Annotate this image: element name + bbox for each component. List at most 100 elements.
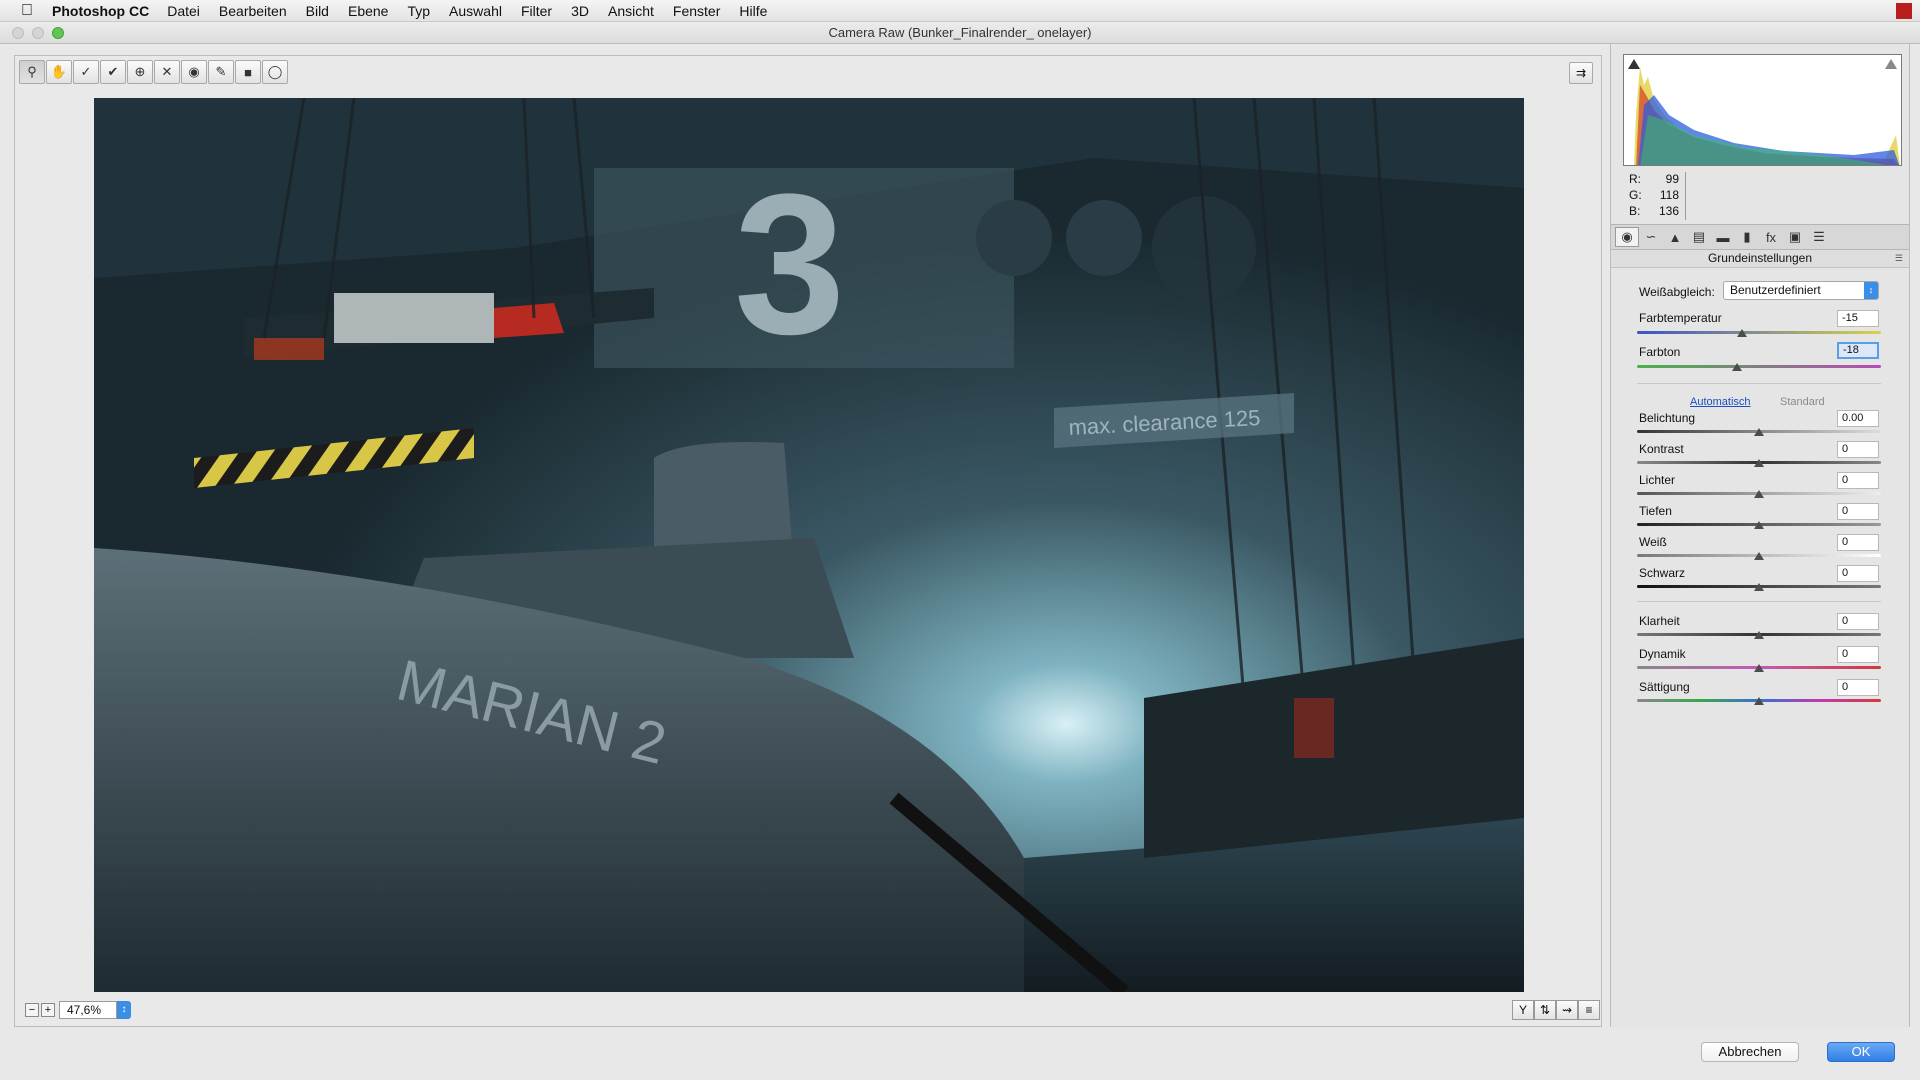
white-balance-label: Weißabgleich: [1639, 285, 1715, 299]
app-name-menu[interactable]: Photoshop CC [52, 3, 149, 19]
menu-bild[interactable]: Bild [306, 3, 329, 19]
saturation-label: Sättigung [1639, 680, 1690, 694]
b-value: 136 [1658, 204, 1679, 218]
before-after-toggle-icon[interactable]: Y [1512, 1000, 1534, 1020]
saturation-value[interactable]: 0 [1837, 679, 1879, 696]
swap-settings-icon[interactable]: ⇅ [1534, 1000, 1556, 1020]
adjustment-brush-tool-icon[interactable]: ✎ [208, 60, 234, 84]
menu-filter[interactable]: Filter [521, 3, 552, 19]
tab-tone-curve-icon[interactable]: ∽ [1639, 227, 1663, 247]
graduated-filter-tool-icon[interactable]: ■ [235, 60, 261, 84]
menu-bar:  Photoshop CC Datei Bearbeiten Bild Ebe… [0, 0, 1920, 22]
status-menu-icon[interactable] [1896, 3, 1912, 19]
white-balance-dropdown-icon[interactable]: ↕ [1864, 282, 1878, 299]
menu-datei[interactable]: Datei [167, 3, 200, 19]
menu-fenster[interactable]: Fenster [673, 3, 720, 19]
open-preferences-icon[interactable]: ⇉ [1569, 62, 1593, 84]
tab-lens-corrections-icon[interactable]: ▮ [1735, 227, 1759, 247]
blacks-slider-thumb[interactable] [1754, 583, 1764, 591]
white-balance-select[interactable]: Benutzerdefiniert ↕ [1723, 281, 1879, 300]
white-balance-value: Benutzerdefiniert [1730, 283, 1821, 297]
tab-camera-calibration-icon[interactable]: ▣ [1783, 227, 1807, 247]
exposure-slider-thumb[interactable] [1754, 428, 1764, 436]
maximize-window-button[interactable] [52, 27, 64, 39]
close-window-button[interactable] [12, 27, 24, 39]
zoom-tool-icon[interactable]: ⚲ [19, 60, 45, 84]
temperature-slider-track[interactable] [1637, 331, 1881, 334]
tint-value[interactable]: -18 [1837, 342, 1879, 359]
default-link[interactable]: Standard [1780, 396, 1825, 408]
window-title-bar: Camera Raw (Bunker_Finalrender_ onelayer… [0, 22, 1920, 44]
auto-link[interactable]: Automatisch [1690, 396, 1751, 408]
hand-tool-icon[interactable]: ✋ [46, 60, 72, 84]
vibrance-slider-thumb[interactable] [1754, 664, 1764, 672]
menu-bearbeiten[interactable]: Bearbeiten [219, 3, 287, 19]
contrast-value[interactable]: 0 [1837, 441, 1879, 458]
divider [1637, 383, 1881, 384]
tab-presets-icon[interactable]: ☰ [1807, 227, 1831, 247]
minimize-window-button[interactable] [32, 27, 44, 39]
image-preview[interactable]: 3 max. clearance 125 MARIAN 2 [94, 98, 1524, 992]
panel-title: Grundeinstellungen [1611, 250, 1909, 268]
spot-removal-tool-icon[interactable]: ✕ [154, 60, 180, 84]
b-label: B: [1629, 204, 1641, 218]
menu-ebene[interactable]: Ebene [348, 3, 388, 19]
highlights-slider-thumb[interactable] [1754, 490, 1764, 498]
tab-basic-icon[interactable]: ◉ [1615, 227, 1639, 247]
menu-3d[interactable]: 3D [571, 3, 589, 19]
clarity-value[interactable]: 0 [1837, 613, 1879, 630]
tab-split-toning-icon[interactable]: ▬ [1711, 227, 1735, 247]
zoom-out-icon[interactable]: − [25, 1003, 39, 1017]
ok-button[interactable]: OK [1827, 1042, 1895, 1062]
apple-icon[interactable]:  [16, 0, 38, 22]
cancel-button[interactable]: Abbrechen [1701, 1042, 1799, 1062]
blacks-value[interactable]: 0 [1837, 565, 1879, 582]
highlight-clipping-warning-icon[interactable] [1884, 57, 1898, 69]
zoom-level-field[interactable]: 47,6% [59, 1001, 117, 1019]
red-eye-tool-icon[interactable]: ◉ [181, 60, 207, 84]
highlights-value[interactable]: 0 [1837, 472, 1879, 489]
temperature-value[interactable]: -15 [1837, 310, 1879, 327]
color-sampler-tool-icon[interactable]: ✔ [100, 60, 126, 84]
shadow-clipping-warning-icon[interactable] [1627, 57, 1641, 69]
vibrance-value[interactable]: 0 [1837, 646, 1879, 663]
blacks-label: Schwarz [1639, 566, 1686, 580]
shadows-value[interactable]: 0 [1837, 503, 1879, 520]
clarity-slider-thumb[interactable] [1754, 631, 1764, 639]
preview-preferences-icon[interactable]: ≡ [1578, 1000, 1600, 1020]
shadows-label: Tiefen [1639, 504, 1672, 518]
zoom-dropdown-icon[interactable]: ↕ [117, 1001, 131, 1019]
copy-settings-icon[interactable]: ⇝ [1556, 1000, 1578, 1020]
contrast-slider-thumb[interactable] [1754, 459, 1764, 467]
temperature-label: Farbtemperatur [1639, 311, 1722, 325]
divider [1637, 601, 1881, 602]
tab-hsl-icon[interactable]: ▤ [1687, 227, 1711, 247]
tint-slider-track[interactable] [1637, 365, 1881, 368]
shadows-slider-thumb[interactable] [1754, 521, 1764, 529]
whites-slider-thumb[interactable] [1754, 552, 1764, 560]
radial-filter-tool-icon[interactable]: ◯ [262, 60, 288, 84]
targeted-adjustment-tool-icon[interactable]: ⊕ [127, 60, 153, 84]
menu-hilfe[interactable]: Hilfe [739, 3, 767, 19]
g-label: G: [1629, 188, 1642, 202]
tab-detail-icon[interactable]: ▲ [1663, 227, 1687, 247]
white-balance-tool-icon[interactable]: ✓ [73, 60, 99, 84]
scene-number-text: 3 [734, 153, 845, 376]
tab-effects-icon[interactable]: fx [1759, 227, 1783, 247]
histogram-graph [1634, 67, 1900, 165]
tint-slider-thumb[interactable] [1732, 363, 1743, 371]
vibrance-label: Dynamik [1639, 647, 1686, 661]
contrast-label: Kontrast [1639, 442, 1684, 456]
menu-ansicht[interactable]: Ansicht [608, 3, 654, 19]
exposure-value[interactable]: 0.00 [1837, 410, 1879, 427]
menu-typ[interactable]: Typ [407, 3, 430, 19]
panel-menu-icon[interactable]: ☰ [1895, 253, 1903, 264]
temperature-slider-thumb[interactable] [1736, 329, 1747, 337]
zoom-in-icon[interactable]: + [41, 1003, 55, 1017]
adjustments-panel: R: 99 G: 118 B: 136 ◉ ∽ ▲ ▤ ▬ ▮ fx ▣ ☰ Grun… [1610, 44, 1910, 1027]
saturation-slider-thumb[interactable] [1754, 697, 1764, 705]
whites-value[interactable]: 0 [1837, 534, 1879, 551]
clarity-label: Klarheit [1639, 614, 1680, 628]
menu-auswahl[interactable]: Auswahl [449, 3, 502, 19]
bottom-bar: − + 47,6% ↕ Y ⇅ ⇝ ≡ [19, 1000, 1600, 1024]
